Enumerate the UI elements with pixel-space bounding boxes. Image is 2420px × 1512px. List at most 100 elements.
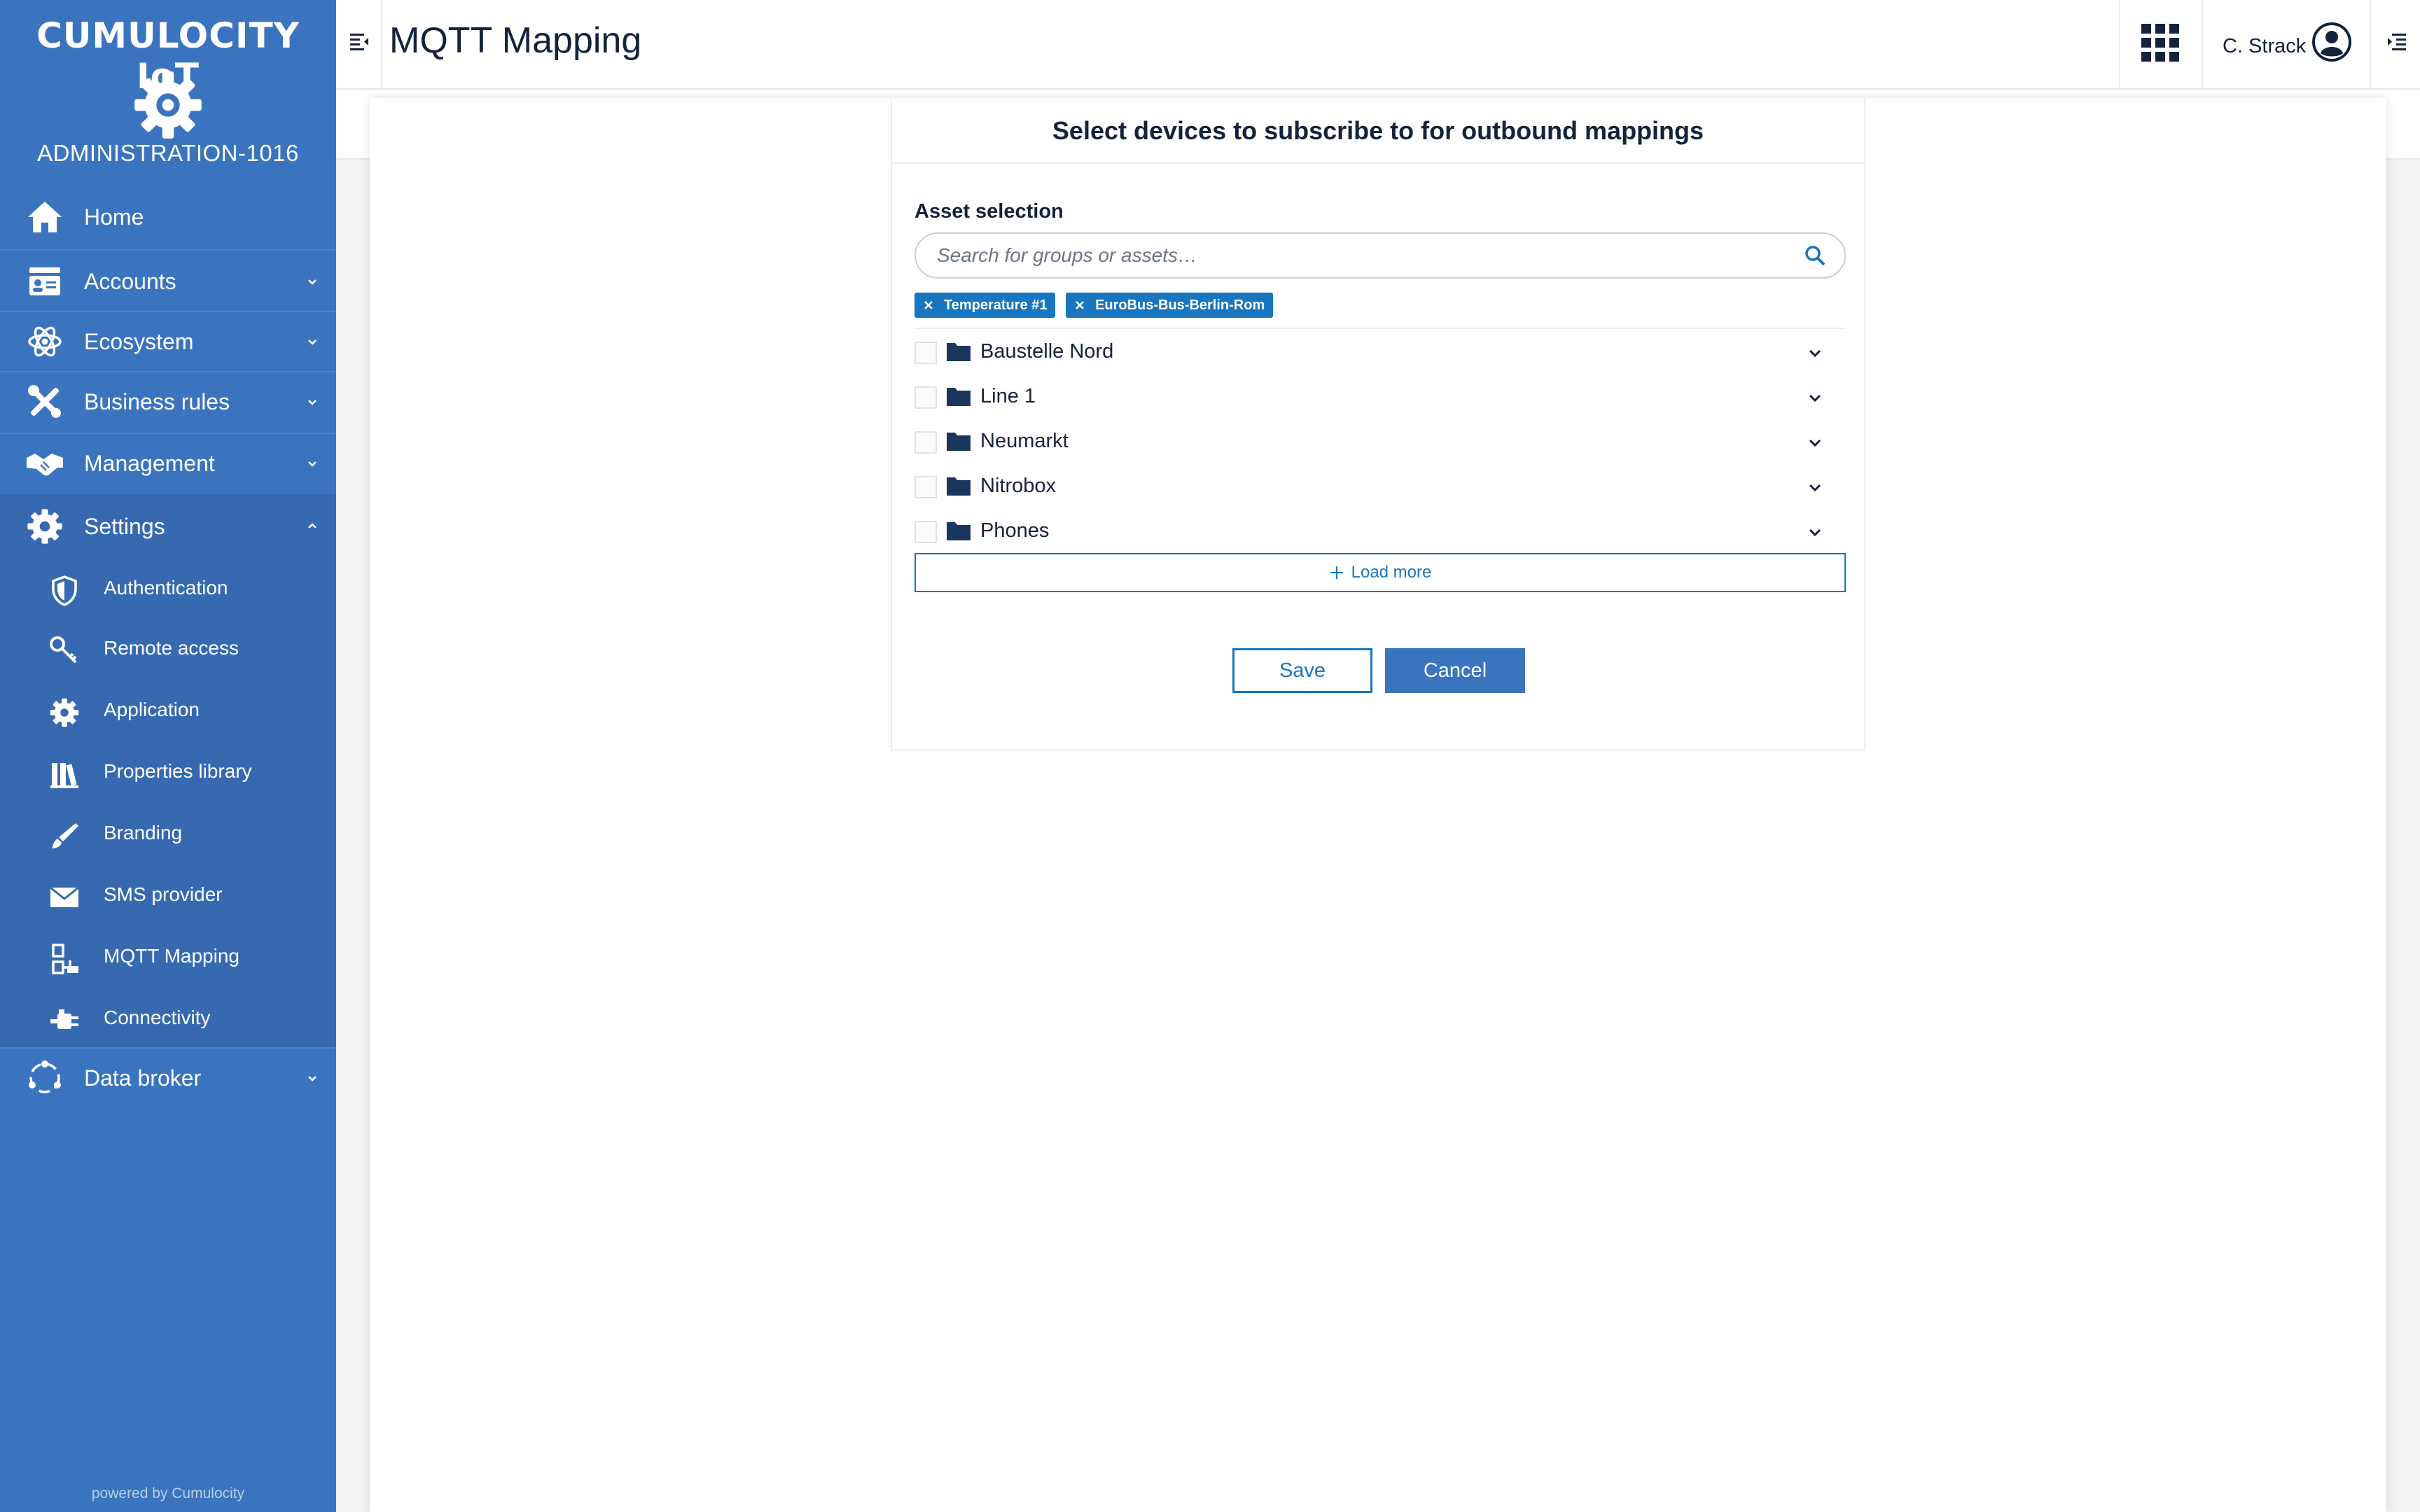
- sidebar-item-business-rules[interactable]: Business rules: [0, 371, 336, 433]
- load-more-button[interactable]: Load more: [915, 553, 1846, 592]
- asset-tree-label: Neumarkt: [980, 430, 1069, 452]
- sidebar-item-label: Accounts: [84, 268, 176, 294]
- asset-search-box: [915, 232, 1846, 279]
- select-devices-modal: Select devices to subscribe to for outbo…: [891, 98, 1865, 750]
- folder-icon: [947, 388, 971, 406]
- sidebar-item-label: Connectivity: [104, 1007, 211, 1028]
- folder-icon: [947, 477, 971, 496]
- chip-label: Temperature #1: [944, 297, 1048, 313]
- sidebar-item-label: Data broker: [84, 1065, 202, 1091]
- chevron-down-icon[interactable]: [1807, 434, 1823, 451]
- tenant-name: ADMINISTRATION-1016: [37, 140, 299, 166]
- chevron-up-icon: [308, 523, 317, 528]
- user-avatar-icon[interactable]: [2311, 21, 2353, 63]
- administration-gear-icon: [134, 71, 202, 139]
- sidebar-item-accounts[interactable]: Accounts: [0, 251, 336, 312]
- asset-checkbox[interactable]: [915, 476, 937, 498]
- selected-asset-chip[interactable]: EuroBus-Bus-Berlin-Rom: [1066, 293, 1274, 318]
- sidebar-item-data-broker[interactable]: Data broker: [0, 1047, 336, 1109]
- asset-checkbox[interactable]: [915, 521, 937, 543]
- sidebar-item-settings[interactable]: Settings: [0, 496, 336, 557]
- sidebar-item-label: MQTT Mapping: [104, 945, 239, 967]
- mapping-icon: [52, 944, 78, 974]
- sidebar-item-authentication[interactable]: Authentication: [0, 557, 336, 619]
- sidebar-item-label: Settings: [84, 513, 165, 539]
- sidebar-item-sms-provider[interactable]: SMS provider: [0, 864, 336, 925]
- sidebar-item-connectivity[interactable]: Connectivity: [0, 987, 336, 1049]
- accounts-icon: [29, 267, 60, 295]
- right-drawer-toggle-icon[interactable]: [2386, 31, 2407, 52]
- asset-tree-row[interactable]: Baustelle Nord: [915, 330, 1846, 375]
- selected-asset-chip[interactable]: Temperature #1: [915, 293, 1056, 318]
- chevron-down-icon: [308, 1076, 317, 1082]
- chevron-down-icon: [308, 461, 317, 467]
- home-icon: [28, 202, 62, 232]
- sidebar-item-remote-access[interactable]: Remote access: [0, 617, 336, 679]
- sidebar-item-management[interactable]: Management: [0, 433, 336, 494]
- sidebar-item-branding[interactable]: Branding: [0, 802, 336, 864]
- sidebar-item-mqtt-mapping[interactable]: MQTT Mapping: [0, 925, 336, 987]
- asset-checkbox[interactable]: [915, 431, 937, 454]
- asset-tree-row[interactable]: Neumarkt: [915, 420, 1846, 465]
- sidebar-item-label: Branding: [104, 822, 183, 844]
- page-title: MQTT Mapping: [389, 20, 642, 61]
- chevron-down-icon[interactable]: [1807, 479, 1823, 496]
- plug-icon: [50, 1009, 78, 1029]
- sidebar-item-label: Properties library: [104, 760, 252, 782]
- atom-icon: [28, 326, 62, 357]
- asset-checkbox[interactable]: [915, 342, 937, 364]
- user-name[interactable]: C. Strack: [2223, 35, 2306, 58]
- asset-tree-label: Baustelle Nord: [980, 340, 1114, 363]
- sidebar-item-label: Management: [84, 450, 215, 476]
- header-divider: [2202, 0, 2203, 90]
- brush-icon: [52, 823, 78, 848]
- tools-icon: [28, 385, 61, 418]
- chevron-down-icon[interactable]: [1807, 524, 1823, 540]
- remove-chip-icon[interactable]: [1073, 298, 1087, 312]
- chip-divider: [915, 328, 1846, 329]
- sidebar-item-label: Authentication: [104, 577, 228, 598]
- powered-by-label: powered by Cumulocity: [91, 1485, 245, 1502]
- sidebar-item-label: Remote access: [104, 637, 239, 659]
- chevron-down-icon: [308, 279, 317, 285]
- menu-collapse-icon[interactable]: [349, 31, 370, 52]
- handshake-icon: [27, 454, 63, 476]
- header-divider: [2370, 0, 2371, 90]
- sidebar-item-properties-library[interactable]: Properties library: [0, 741, 336, 802]
- asset-tree-row[interactable]: Line 1: [915, 375, 1846, 420]
- app-switcher-grid-icon[interactable]: [2141, 24, 2179, 62]
- sidebar-item-label: Business rules: [84, 388, 230, 414]
- folder-icon: [947, 522, 971, 540]
- asset-selection-label: Asset selection: [915, 200, 1064, 223]
- header-divider: [2119, 0, 2120, 90]
- modal-divider: [892, 162, 1864, 164]
- asset-tree-label: Phones: [980, 519, 1050, 542]
- chevron-down-icon[interactable]: [1807, 389, 1823, 406]
- save-button[interactable]: Save: [1232, 648, 1372, 693]
- chevron-down-icon[interactable]: [1807, 344, 1823, 361]
- sidebar-item-application[interactable]: Application: [0, 679, 336, 741]
- load-more-label: Load more: [1351, 563, 1432, 582]
- sidebar-item-home[interactable]: Home: [0, 186, 336, 248]
- modal-title: Select devices to subscribe to for outbo…: [1052, 116, 1704, 145]
- shield-icon: [52, 575, 77, 606]
- plus-icon: [1330, 566, 1343, 579]
- asset-tree-label: Nitrobox: [980, 475, 1056, 497]
- remove-chip-icon[interactable]: [922, 298, 936, 312]
- chip-label: EuroBus-Bus-Berlin-Rom: [1095, 297, 1265, 313]
- envelope-icon: [50, 886, 79, 907]
- sidebar-item-ecosystem[interactable]: Ecosystem: [0, 311, 336, 372]
- asset-tree-row[interactable]: Nitrobox: [915, 465, 1846, 510]
- data-broker-icon: [29, 1060, 61, 1093]
- cancel-button[interactable]: Cancel: [1385, 648, 1525, 693]
- asset-tree-row[interactable]: Phones: [915, 510, 1846, 554]
- chevron-down-icon: [308, 400, 317, 405]
- search-icon[interactable]: [1804, 244, 1826, 267]
- gear-icon: [27, 509, 62, 544]
- gear-icon: [50, 698, 79, 727]
- asset-search-input[interactable]: [937, 241, 1777, 270]
- sidebar-item-label: Ecosystem: [84, 328, 194, 354]
- sidebar-nav: CUMULOCITY IoT ADMINISTRATION-1016 Home …: [0, 0, 336, 1512]
- asset-checkbox[interactable]: [915, 386, 937, 409]
- sidebar-item-label: Home: [84, 204, 144, 230]
